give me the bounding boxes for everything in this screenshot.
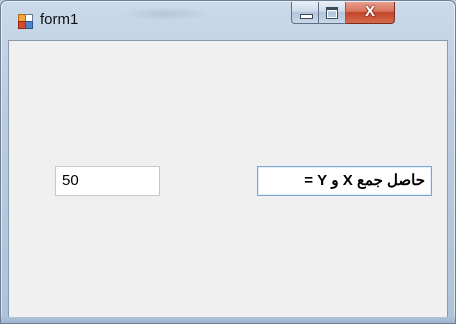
windows-form-icon[interactable] (17, 13, 33, 29)
form-window: form1 X 50 حاصل جمع X و Y = (0, 0, 456, 324)
maximize-button[interactable] (319, 2, 346, 24)
close-icon: X (364, 3, 375, 20)
form-client-area: 50 حاصل جمع X و Y = (8, 40, 448, 318)
minimize-icon (300, 14, 313, 19)
minimize-button[interactable] (291, 2, 319, 24)
sum-result-textbox[interactable]: 50 (55, 166, 160, 196)
maximize-icon (326, 7, 338, 19)
window-bottom-border[interactable] (1, 317, 455, 323)
close-button[interactable]: X (346, 2, 395, 24)
window-title: form1 (40, 11, 79, 28)
title-bar[interactable]: form1 X (1, 1, 455, 41)
caption-buttons: X (291, 2, 395, 26)
title-bar-blur (121, 7, 211, 21)
sum-label-textbox[interactable]: حاصل جمع X و Y = (257, 166, 432, 196)
